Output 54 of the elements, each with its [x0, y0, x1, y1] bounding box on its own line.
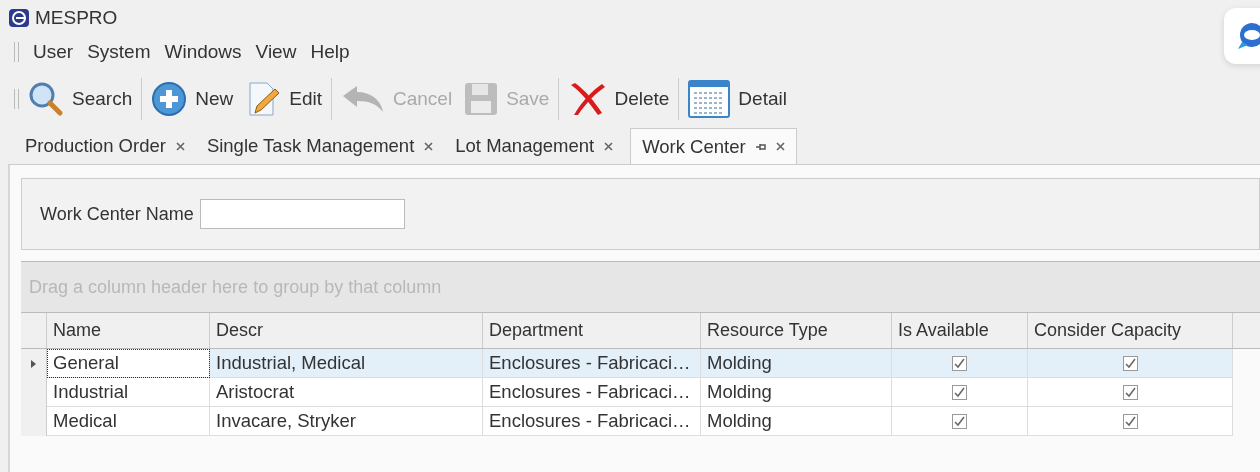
- toolbar-button[interactable]: Detail: [685, 80, 790, 118]
- menu-item[interactable]: User: [33, 41, 74, 63]
- close-icon[interactable]: [775, 142, 785, 151]
- column-header[interactable]: Is Available: [892, 313, 1028, 348]
- column-header[interactable]: Department: [483, 313, 701, 348]
- table-cell: Industrial: [47, 378, 210, 407]
- chat-icon: [1236, 22, 1260, 50]
- menu-item[interactable]: Windows: [164, 41, 242, 63]
- table-icon: [688, 80, 731, 118]
- checkbox[interactable]: [1122, 413, 1138, 429]
- chat-bubble-button[interactable]: [1224, 8, 1260, 64]
- table-cell: Molding: [701, 407, 892, 436]
- checkbox[interactable]: [1122, 355, 1138, 371]
- plus-icon: [151, 81, 188, 117]
- column-header[interactable]: Consider Capacity: [1028, 313, 1233, 348]
- table-cell: Molding: [701, 378, 892, 407]
- column-header[interactable]: Descr: [210, 313, 483, 348]
- row-indicator[interactable]: [21, 349, 47, 378]
- menu-item[interactable]: View: [255, 41, 297, 63]
- table-cell: Enclosures - Fabricaci…: [483, 378, 701, 407]
- table-cell: Enclosures - Fabricaci…: [483, 407, 701, 436]
- checkbox[interactable]: [952, 355, 967, 371]
- toolbar-button[interactable]: Delete: [565, 81, 673, 117]
- document-tab[interactable]: Lot Management: [444, 128, 625, 164]
- table-cell: Molding: [701, 349, 892, 378]
- work-center-name-field[interactable]: [199, 199, 405, 229]
- column-header[interactable]: Resource Type: [701, 313, 892, 348]
- document-tab[interactable]: Single Task Management: [195, 128, 445, 164]
- field-label: Work Center Name: [40, 203, 194, 225]
- window-title: MESPRO: [35, 7, 118, 29]
- toolbar-button[interactable]: Search: [25, 81, 136, 117]
- search-icon: [28, 81, 64, 117]
- current-row-icon: [31, 359, 36, 368]
- document-tab[interactable]: Work Center: [630, 128, 797, 164]
- table-cell: Invacare, Stryker: [210, 407, 483, 436]
- table-cell: Enclosures - Fabricaci…: [483, 349, 701, 378]
- toolbar-button[interactable]: Edit: [242, 81, 325, 117]
- column-header[interactable]: Name: [47, 313, 210, 348]
- table-cell: Medical: [47, 407, 210, 436]
- toolbar-button[interactable]: New: [148, 81, 237, 117]
- app-logo-icon: [9, 9, 29, 27]
- close-icon[interactable]: [175, 141, 185, 151]
- close-icon[interactable]: [604, 141, 614, 151]
- document-tab[interactable]: Production Order: [14, 128, 196, 164]
- close-icon[interactable]: [424, 141, 434, 151]
- table-cell: Industrial, Medical: [210, 349, 483, 378]
- menu-item[interactable]: Help: [310, 41, 350, 63]
- table-cell: Aristocrat: [210, 378, 483, 407]
- checkbox[interactable]: [952, 413, 967, 429]
- checkbox[interactable]: [952, 384, 967, 400]
- table-cell: General: [47, 349, 210, 378]
- checkbox[interactable]: [1122, 384, 1138, 400]
- pin-icon[interactable]: [755, 142, 766, 151]
- menu-item[interactable]: System: [87, 41, 151, 63]
